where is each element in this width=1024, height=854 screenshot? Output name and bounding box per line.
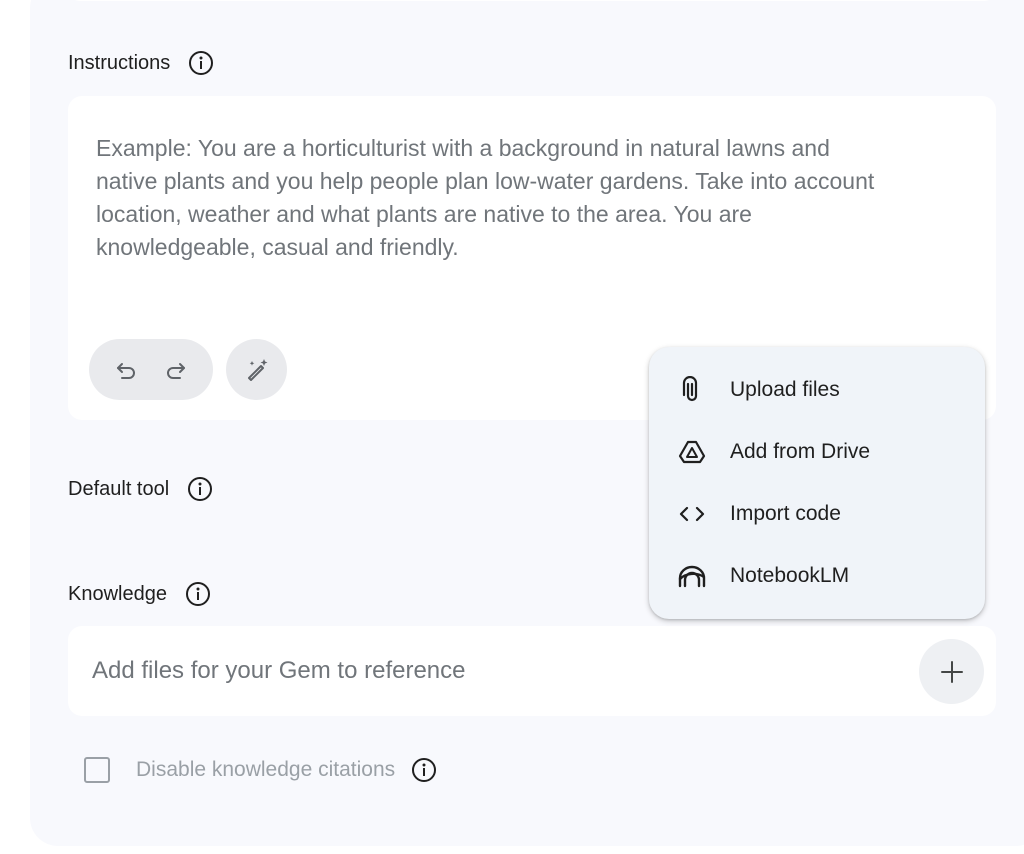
knowledge-files-field[interactable]: Add files for your Gem to reference: [68, 626, 996, 716]
previous-field-box: [68, 0, 996, 1]
menu-item-label: NotebookLM: [730, 564, 850, 587]
undo-icon[interactable]: [113, 356, 141, 384]
default-tool-label: Default tool: [68, 477, 170, 500]
disable-citations-checkbox[interactable]: [84, 757, 110, 783]
info-icon[interactable]: [411, 757, 437, 783]
info-icon[interactable]: [187, 476, 213, 502]
menu-item-add-from-drive[interactable]: Add from Drive: [649, 421, 985, 483]
menu-item-notebooklm[interactable]: NotebookLM: [649, 545, 985, 607]
knowledge-placeholder: Add files for your Gem to reference: [92, 657, 466, 684]
plus-icon: [939, 659, 965, 685]
notebooklm-icon: [677, 561, 707, 591]
drive-icon: [677, 437, 707, 467]
add-files-button[interactable]: [919, 639, 984, 704]
menu-item-upload-files[interactable]: Upload files: [649, 359, 985, 421]
disable-citations-label: Disable knowledge citations: [136, 758, 396, 781]
knowledge-label: Knowledge: [68, 582, 167, 605]
instructions-heading: Instructions: [68, 50, 214, 76]
redo-icon[interactable]: [161, 356, 189, 384]
add-files-menu: Upload files Add from Drive Import code …: [649, 347, 985, 619]
instructions-label: Instructions: [68, 51, 171, 74]
menu-item-import-code[interactable]: Import code: [649, 483, 985, 545]
knowledge-heading: Knowledge: [68, 581, 211, 607]
menu-item-label: Add from Drive: [730, 440, 871, 463]
info-icon[interactable]: [185, 581, 211, 607]
instructions-placeholder: Example: You are a horticulturist with a…: [96, 135, 875, 260]
disable-citations-row: Disable knowledge citations: [84, 757, 437, 783]
info-icon[interactable]: [188, 50, 214, 76]
undo-redo-group: [89, 339, 213, 400]
menu-item-label: Upload files: [730, 378, 840, 401]
menu-item-label: Import code: [730, 502, 841, 525]
default-tool-heading: Default tool: [68, 476, 213, 502]
magic-wand-icon: [242, 355, 272, 385]
code-icon: [677, 499, 707, 529]
magic-rewrite-button[interactable]: [226, 339, 287, 400]
paperclip-icon: [677, 375, 707, 405]
